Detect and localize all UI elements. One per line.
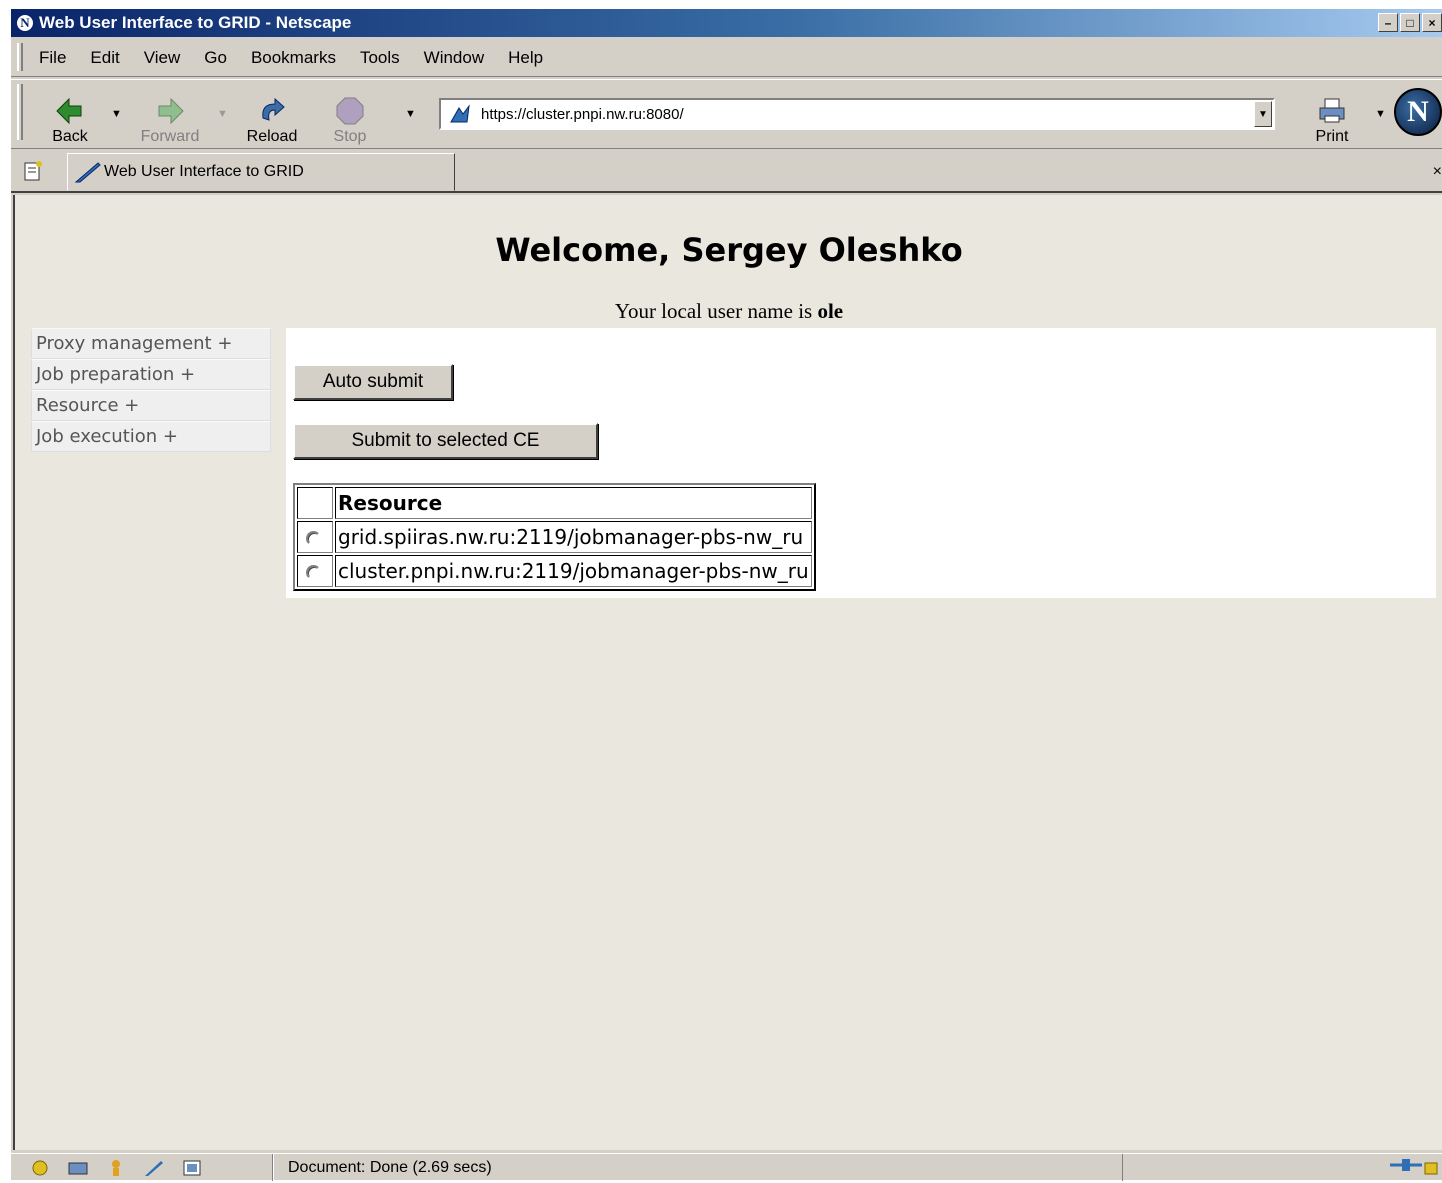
table-row: grid.spiiras.nw.ru:2119/jobmanager-pbs-n… <box>297 521 812 553</box>
menu-view[interactable]: View <box>144 48 181 68</box>
back-label: Back <box>52 128 88 145</box>
side-menu-resource[interactable]: Resource + <box>31 390 271 421</box>
forward-label: Forward <box>140 128 200 145</box>
select-cell <box>297 555 333 587</box>
netscape-app-icon: N <box>15 13 35 33</box>
back-arrow-icon <box>54 96 86 126</box>
side-menu-job-preparation[interactable]: Job preparation + <box>31 359 271 390</box>
local-user-name: ole <box>817 299 844 323</box>
reload-button[interactable]: Reload <box>237 86 307 146</box>
forward-history-dropdown-icon[interactable]: ▼ <box>217 108 228 120</box>
resource-radio[interactable] <box>306 531 321 546</box>
window-title: Web User Interface to GRID - Netscape <box>39 13 352 32</box>
address-dropdown-button[interactable]: ▼ <box>1254 101 1272 127</box>
select-column-header <box>297 487 333 519</box>
side-menu: Proxy management + Job preparation + Res… <box>31 328 271 452</box>
page-title: Welcome, Sergey Oleshko <box>495 231 963 269</box>
security-lock-icon[interactable] <box>1424 1155 1438 1180</box>
reload-icon <box>256 96 288 126</box>
resource-cell: cluster.pnpi.nw.ru:2119/jobmanager-pbs-n… <box>335 555 812 587</box>
tab-label: Web User Interface to GRID <box>104 163 304 180</box>
table-row: cluster.pnpi.nw.ru:2119/jobmanager-pbs-n… <box>297 555 812 587</box>
select-cell <box>297 521 333 553</box>
menu-help[interactable]: Help <box>508 48 543 68</box>
instant-messenger-icon[interactable] <box>105 1158 127 1178</box>
page-content: Welcome, Sergey Oleshko Your local user … <box>13 195 1442 1150</box>
menu-bookmarks[interactable]: Bookmarks <box>251 48 336 68</box>
stop-label: Stop <box>333 128 367 145</box>
auto-submit-button[interactable]: Auto submit <box>293 364 453 400</box>
resource-table: Resource grid.spiiras.nw.ru:2119/jobmana… <box>293 483 816 591</box>
print-label: Print <box>1315 128 1349 145</box>
menu-go[interactable]: Go <box>204 48 227 68</box>
netscape-logo-icon[interactable]: N <box>1394 88 1442 136</box>
close-window-button[interactable]: × <box>1422 13 1442 32</box>
table-header-row: Resource <box>297 487 812 519</box>
toolbar-grip[interactable] <box>17 84 23 140</box>
local-user-prefix: Your local user name is <box>614 299 813 323</box>
address-book-icon[interactable] <box>181 1158 203 1178</box>
title-bar: N Web User Interface to GRID - Netscape … <box>11 9 1442 37</box>
status-text: Document: Done (2.69 secs) <box>273 1154 1122 1181</box>
menu-file[interactable]: File <box>39 48 66 68</box>
back-history-dropdown-icon[interactable]: ▼ <box>111 108 122 120</box>
stop-button[interactable]: Stop <box>315 86 385 146</box>
window-controls: – □ × <box>1378 13 1442 32</box>
submit-selected-ce-button[interactable]: Submit to selected CE <box>293 423 598 459</box>
print-button[interactable]: Print <box>1297 86 1367 146</box>
stop-icon <box>334 96 366 126</box>
menu-grip[interactable] <box>17 43 23 71</box>
browser-window: N Web User Interface to GRID - Netscape … <box>10 8 1442 1181</box>
menu-tools[interactable]: Tools <box>360 48 400 68</box>
forward-arrow-icon <box>154 96 186 126</box>
side-menu-job-execution[interactable]: Job execution + <box>31 421 271 452</box>
tab-active[interactable]: Web User Interface to GRID <box>67 153 455 191</box>
maximize-button[interactable]: □ <box>1400 13 1420 32</box>
menu-edit[interactable]: Edit <box>90 48 119 68</box>
address-url[interactable]: https://cluster.pnpi.nw.ru:8080/ <box>481 106 1254 123</box>
online-status-icon[interactable] <box>1388 1155 1424 1180</box>
resource-cell: grid.spiiras.nw.ru:2119/jobmanager-pbs-n… <box>335 521 812 553</box>
new-tab-icon[interactable] <box>21 159 45 183</box>
local-user-line: Your local user name is ole <box>15 299 1442 324</box>
printer-icon <box>1316 96 1348 126</box>
menu-window[interactable]: Window <box>424 48 484 68</box>
address-history-dropdown-icon[interactable]: ▼ <box>405 108 416 120</box>
resource-panel: Auto submit Submit to selected CE Resour… <box>286 328 1436 598</box>
close-tab-icon[interactable]: × <box>1433 163 1442 181</box>
forward-button[interactable]: Forward <box>135 86 205 146</box>
tab-bar: Web User Interface to GRID × <box>11 151 1442 193</box>
status-bar: Document: Done (2.69 secs) <box>11 1153 1442 1181</box>
back-button[interactable]: Back <box>35 86 105 146</box>
resource-radio[interactable] <box>306 565 321 580</box>
navigation-toolbar: Back ▼ Forward ▼ Reload Stop ▼ https://c… <box>11 79 1442 149</box>
print-dropdown-icon[interactable]: ▼ <box>1375 108 1386 120</box>
resource-column-header: Resource <box>335 487 812 519</box>
status-progress-area <box>1122 1154 1382 1181</box>
site-icon[interactable] <box>449 104 471 124</box>
reload-label: Reload <box>246 128 298 145</box>
status-right <box>1382 1154 1442 1181</box>
menu-bar: File Edit View Go Bookmarks Tools Window… <box>11 39 1442 77</box>
mail-icon[interactable] <box>67 1158 89 1178</box>
address-bar[interactable]: https://cluster.pnpi.nw.ru:8080/ ▼ <box>439 98 1275 130</box>
component-bar <box>11 1154 273 1181</box>
side-menu-proxy-management[interactable]: Proxy management + <box>31 328 271 359</box>
quill-icon <box>74 160 102 184</box>
navigator-icon[interactable] <box>29 1158 51 1178</box>
minimize-button[interactable]: – <box>1378 13 1398 32</box>
composer-icon[interactable] <box>143 1158 165 1178</box>
